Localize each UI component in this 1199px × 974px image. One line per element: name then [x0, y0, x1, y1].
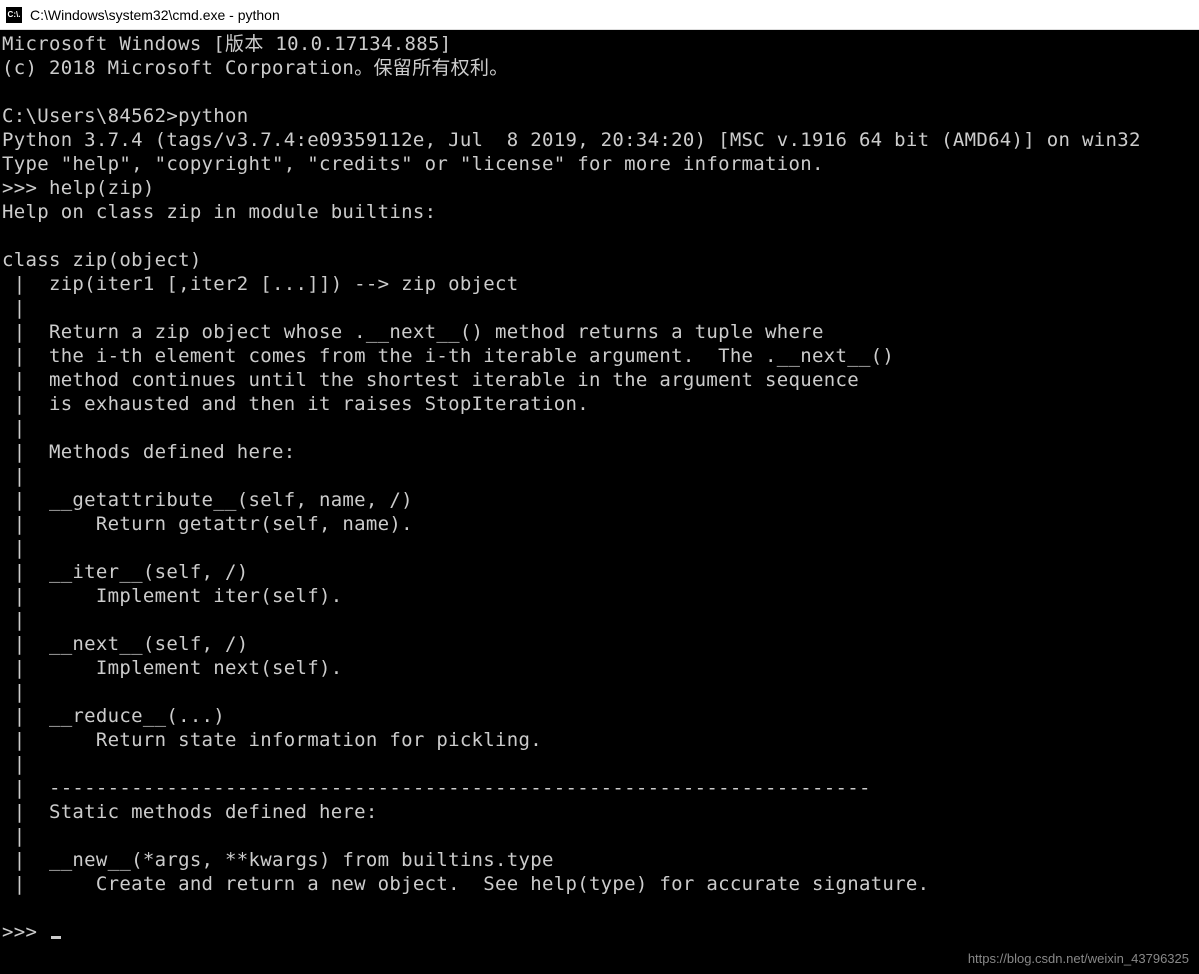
output-line: |	[2, 417, 25, 439]
python-prompt: >>>	[2, 921, 49, 943]
output-line: |	[2, 297, 25, 319]
output-line: | Return getattr(self, name).	[2, 513, 413, 535]
output-line: | __new__(*args, **kwargs) from builtins…	[2, 849, 554, 871]
output-line: | Create and return a new object. See he…	[2, 873, 929, 895]
output-line: | __iter__(self, /)	[2, 561, 249, 583]
output-line: | Implement iter(self).	[2, 585, 342, 607]
output-line: | the i-th element comes from the i-th i…	[2, 345, 894, 367]
output-line: | zip(iter1 [,iter2 [...]]) --> zip obje…	[2, 273, 519, 295]
watermark: https://blog.csdn.net/weixin_43796325	[968, 951, 1189, 966]
output-line: |	[2, 537, 25, 559]
output-line: | __getattribute__(self, name, /)	[2, 489, 413, 511]
output-line: | __reduce__(...)	[2, 705, 225, 727]
output-line: (c) 2018 Microsoft Corporation。保留所有权利。	[2, 57, 509, 79]
output-line: class zip(object)	[2, 249, 202, 271]
output-line: | Return state information for pickling.	[2, 729, 542, 751]
output-line: |	[2, 753, 25, 775]
user-input: help(zip)	[49, 177, 155, 199]
output-line: | Return a zip object whose .__next__() …	[2, 321, 824, 343]
output-line: | --------------------------------------…	[2, 777, 871, 799]
window-title: C:\Windows\system32\cmd.exe - python	[30, 7, 280, 23]
cmd-icon: C:\.	[6, 7, 22, 23]
output-line: | Static methods defined here:	[2, 801, 378, 823]
output-line: | __next__(self, /)	[2, 633, 249, 655]
user-input: python	[178, 105, 248, 127]
output-line: | Implement next(self).	[2, 657, 342, 679]
output-line: Python 3.7.4 (tags/v3.7.4:e09359112e, Ju…	[2, 129, 1141, 151]
window-titlebar[interactable]: C:\. C:\Windows\system32\cmd.exe - pytho…	[0, 0, 1199, 30]
output-line: | method continues until the shortest it…	[2, 369, 859, 391]
output-line: Microsoft Windows [版本 10.0.17134.885]	[2, 33, 451, 55]
output-line: Type "help", "copyright", "credits" or "…	[2, 153, 824, 175]
output-line: |	[2, 465, 25, 487]
output-line: | Methods defined here:	[2, 441, 295, 463]
prompt-path: C:\Users\84562>	[2, 105, 178, 127]
python-prompt: >>>	[2, 177, 49, 199]
cursor	[51, 936, 61, 939]
output-line: | is exhausted and then it raises StopIt…	[2, 393, 589, 415]
output-line: |	[2, 825, 25, 847]
output-line: |	[2, 681, 25, 703]
terminal-output[interactable]: Microsoft Windows [版本 10.0.17134.885] (c…	[0, 30, 1199, 946]
output-line: Help on class zip in module builtins:	[2, 201, 436, 223]
output-line: |	[2, 609, 25, 631]
